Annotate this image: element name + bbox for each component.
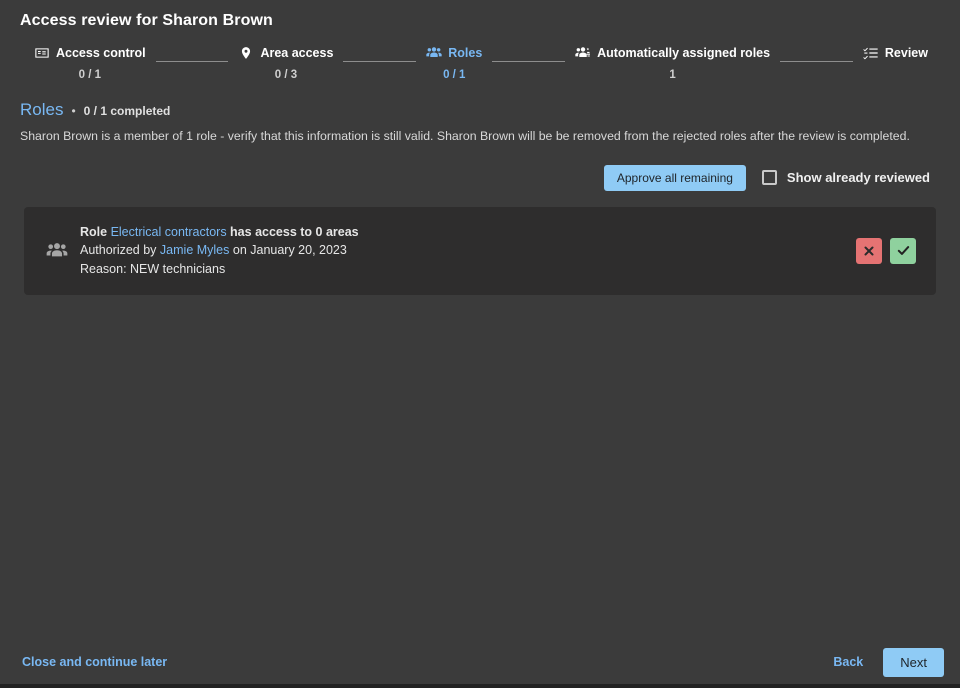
step-label: Area access — [260, 46, 333, 60]
check-icon — [896, 243, 911, 258]
roles-list: Role Electrical contractors has access t… — [0, 191, 960, 640]
stepper-connector — [780, 61, 853, 62]
role-reason-line: Reason: NEW technicians — [80, 260, 856, 279]
stepper-connector — [343, 61, 416, 62]
page-header: Access review for Sharon Brown Access co… — [0, 0, 960, 86]
step-count: 1 — [669, 69, 675, 81]
section-title: Roles — [20, 100, 63, 120]
step-automatically-assigned-roles[interactable]: Automatically assigned roles 1 — [575, 44, 770, 81]
step-access-control[interactable]: Access control 0 / 1 — [34, 44, 146, 81]
page-title: Access review for Sharon Brown — [20, 12, 940, 30]
authorizer-link[interactable]: Jamie Myles — [160, 243, 229, 257]
checkbox-icon[interactable] — [762, 170, 777, 185]
step-count: 0 / 1 — [443, 69, 465, 81]
page-footer: Close and continue later Back Next — [0, 640, 960, 688]
step-label: Automatically assigned roles — [597, 46, 770, 60]
next-button[interactable]: Next — [883, 648, 944, 677]
stepper-connector — [492, 61, 565, 62]
step-review[interactable]: Review — [863, 44, 928, 69]
stepper-connector — [156, 61, 229, 62]
roles-action-bar: Approve all remaining Show already revie… — [0, 145, 960, 191]
id-card-icon — [34, 45, 50, 61]
role-suffix-text: has access to 0 areas — [227, 225, 359, 239]
role-review-row: Role Electrical contractors has access t… — [24, 207, 936, 295]
close-icon — [862, 244, 876, 258]
roles-section-header: Roles • 0 / 1 completed Sharon Brown is … — [0, 86, 960, 145]
reject-role-button[interactable] — [856, 238, 882, 264]
role-review-details: Role Electrical contractors has access t… — [80, 223, 856, 279]
footer-navigation: Back Next — [831, 648, 944, 677]
authorized-prefix-text: Authorized by — [80, 243, 160, 257]
checklist-icon — [863, 45, 879, 61]
map-marker-icon — [238, 45, 254, 61]
step-label: Roles — [448, 46, 482, 60]
approve-role-button[interactable] — [890, 238, 916, 264]
role-authorized-line: Authorized by Jamie Myles on January 20,… — [80, 241, 856, 260]
close-and-continue-later-button[interactable]: Close and continue later — [20, 651, 169, 673]
account-group-icon — [426, 45, 442, 61]
step-label: Access control — [56, 46, 146, 60]
approve-all-remaining-button[interactable]: Approve all remaining — [604, 165, 746, 191]
step-area-access[interactable]: Area access 0 / 3 — [238, 44, 333, 81]
account-group-icon — [34, 242, 80, 260]
role-name-link[interactable]: Electrical contractors — [111, 225, 227, 239]
show-already-reviewed-label: Show already reviewed — [787, 170, 930, 185]
authorized-date-text: on January 20, 2023 — [229, 243, 346, 257]
step-count: 0 / 3 — [275, 69, 297, 81]
step-roles[interactable]: Roles 0 / 1 — [426, 44, 482, 81]
step-count: 0 / 1 — [79, 69, 101, 81]
section-separator: • — [71, 105, 75, 117]
access-review-page: Access review for Sharon Brown Access co… — [0, 0, 960, 688]
back-button[interactable]: Back — [831, 651, 865, 673]
role-access-line: Role Electrical contractors has access t… — [80, 223, 856, 242]
section-description: Sharon Brown is a member of 1 role - ver… — [20, 128, 940, 145]
role-review-actions — [856, 238, 922, 264]
step-label: Review — [885, 46, 928, 60]
review-stepper: Access control 0 / 1 Area access 0 / 3 — [20, 44, 940, 86]
show-already-reviewed-toggle[interactable]: Show already reviewed — [762, 170, 930, 185]
section-progress: 0 / 1 completed — [84, 104, 171, 118]
role-prefix-text: Role — [80, 225, 111, 239]
account-group-settings-icon — [575, 45, 591, 61]
